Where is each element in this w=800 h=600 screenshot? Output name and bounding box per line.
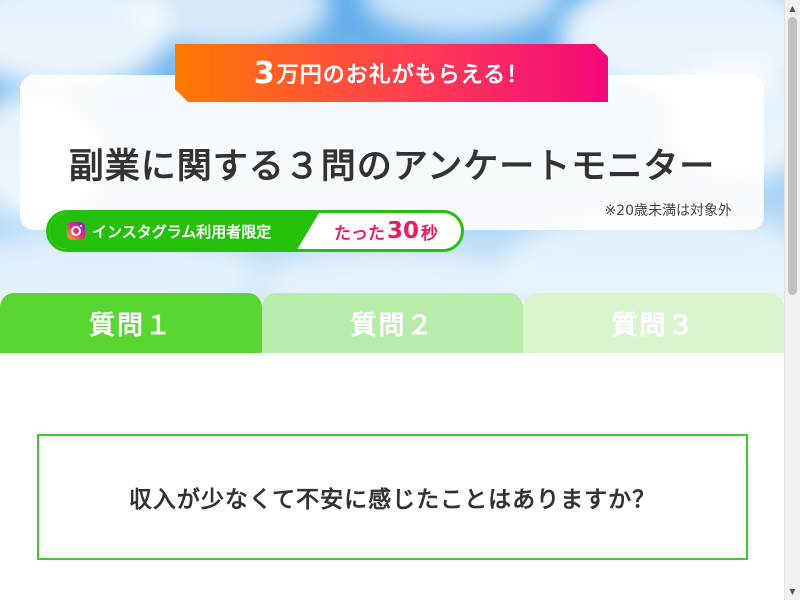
scrollbar-thumb[interactable] [788,17,797,295]
badge-time-suffix: 秒 [421,223,438,244]
scroll-down-icon[interactable]: ▼ [785,583,800,600]
badge-time-number: 30 [386,218,419,244]
vertical-scrollbar[interactable]: ▲ ▼ [784,0,800,600]
reward-amount: 3 [253,55,276,91]
badge-time-prefix: たった [333,223,385,244]
question-box: 収入が少なくて不安に感じたことはありますか？ [37,434,748,560]
cloud-decoration [360,0,560,35]
badge-label-area: インスタグラム利用者限定 [49,213,319,249]
page-title: 副業に関する３問のアンケートモニター [68,147,716,187]
tab-question-2[interactable]: 質問２ [262,293,523,353]
instagram-limited-badge: インスタグラム利用者限定 たった 30 秒 [46,210,464,252]
scroll-up-icon[interactable]: ▲ [785,0,800,17]
tab-question-1[interactable]: 質問１ [0,293,262,353]
instagram-icon [67,222,85,240]
reward-banner: 3 万円のお礼がもらえる！ [175,44,608,102]
question-tabs: 質問１ 質問２ 質問３ [0,293,784,353]
question-text: 収入が少なくて不安に感じたことはありますか？ [128,487,657,513]
reward-text: 万円のお礼がもらえる！ [276,63,530,88]
age-restriction-note: ※20歳未満は対象外 [604,203,732,219]
badge-label: インスタグラム利用者限定 [92,222,272,241]
survey-page: 3 万円のお礼がもらえる！ 副業に関する３問のアンケートモニター ※20歳未満は対… [0,0,784,600]
tab-question-3[interactable]: 質問３ [523,293,784,353]
badge-time: たった 30 秒 [311,213,461,249]
hero-section: 3 万円のお礼がもらえる！ 副業に関する３問のアンケートモニター ※20歳未満は対… [0,0,784,300]
